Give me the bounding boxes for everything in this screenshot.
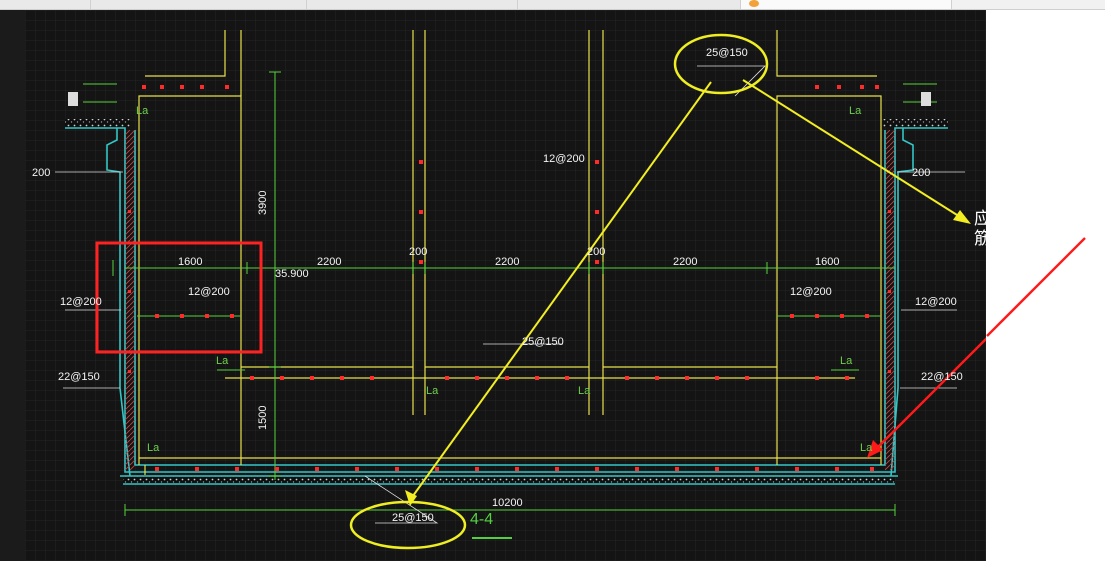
dim-200-a: 200 bbox=[409, 246, 428, 258]
annotation-line-2: 筋形状 bbox=[974, 229, 1025, 249]
tab-3[interactable] bbox=[307, 0, 518, 9]
left-margin-strip bbox=[0, 10, 25, 561]
dim-3900: 3900 bbox=[257, 190, 269, 215]
dim-1600-right: 1600 bbox=[815, 256, 840, 268]
dim-200-b: 200 bbox=[587, 246, 606, 258]
rebar-inner-left: 12@200 bbox=[188, 286, 230, 298]
layer-label-left: 200 bbox=[32, 167, 51, 179]
section-title: 4-4 bbox=[470, 511, 494, 528]
rebar-inner-right: 12@200 bbox=[790, 286, 832, 298]
anchor-la-4: La bbox=[840, 355, 853, 367]
anchor-la-5: La bbox=[426, 385, 439, 397]
section-drawing-svg bbox=[25, 10, 986, 561]
elevation-label: 35.900 bbox=[275, 268, 309, 280]
rebar-column: 12@200 bbox=[543, 153, 585, 165]
rebar-base-right: 22@150 bbox=[921, 371, 963, 383]
anchor-la-8: La bbox=[860, 442, 873, 454]
right-top-cushion bbox=[883, 119, 948, 127]
cad-viewer-window: 1600 2200 200 2200 200 2200 1600 35.900 … bbox=[0, 0, 1105, 561]
dim-1600-left: 1600 bbox=[178, 256, 203, 268]
right-blank-panel bbox=[986, 10, 1105, 561]
anchor-la-3: La bbox=[216, 355, 229, 367]
tab-2[interactable] bbox=[91, 0, 307, 9]
rebar-bottom: 25@150 bbox=[392, 512, 434, 524]
dim-1500: 1500 bbox=[257, 405, 269, 430]
anchor-la-2: La bbox=[849, 105, 862, 117]
annotation-note: 应该同这种钢 筋形状 bbox=[974, 209, 1076, 249]
dim-2200-b: 2200 bbox=[495, 256, 520, 268]
right-wall-waterproof-layer bbox=[885, 130, 895, 470]
tab-4[interactable] bbox=[518, 0, 741, 9]
left-top-cushion bbox=[65, 119, 130, 127]
rebar-wall-right: 12@200 bbox=[915, 296, 957, 308]
anchor-la-7: La bbox=[147, 442, 160, 454]
layer-label-right: 200 bbox=[912, 167, 931, 179]
cad-drawing-canvas[interactable]: 1600 2200 200 2200 200 2200 1600 35.900 … bbox=[25, 10, 986, 561]
anchor-la-1: La bbox=[136, 105, 149, 117]
rebar-top-right: 25@150 bbox=[706, 47, 748, 59]
rebar-wall-left: 12@200 bbox=[60, 296, 102, 308]
tab-5[interactable] bbox=[741, 0, 952, 9]
dim-2200-c: 2200 bbox=[673, 256, 698, 268]
anchor-la-6: La bbox=[578, 385, 591, 397]
rebar-base-left: 22@150 bbox=[58, 371, 100, 383]
dim-10200: 10200 bbox=[492, 497, 523, 509]
annotation-line-1: 应该同这种钢 bbox=[974, 209, 1076, 229]
left-wall-waterproof-layer bbox=[125, 130, 135, 470]
rebar-mid-bottom: 25@150 bbox=[522, 336, 564, 348]
dim-2200-a: 2200 bbox=[317, 256, 342, 268]
tab-1[interactable] bbox=[0, 0, 91, 9]
base-cushion bbox=[123, 476, 895, 484]
tab-favicon-icon bbox=[749, 0, 759, 7]
browser-tab-strip bbox=[0, 0, 1105, 10]
